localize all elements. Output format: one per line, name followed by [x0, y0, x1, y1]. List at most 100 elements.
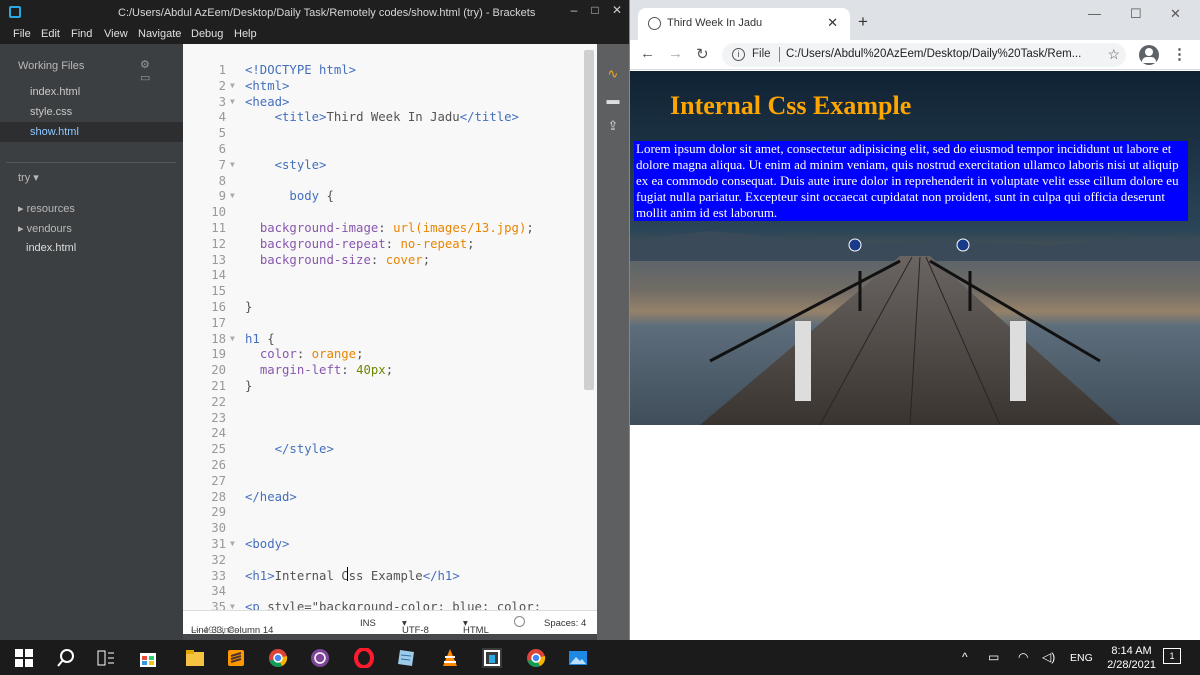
sidebar-divider — [6, 162, 176, 163]
chrome-icon[interactable] — [268, 648, 288, 668]
code-line: 9 ▼ body { — [183, 188, 597, 204]
maximize-icon[interactable]: ☐ — [1130, 6, 1142, 22]
menu-navigate[interactable]: Navigate — [138, 28, 181, 40]
chevron-up-icon[interactable]: ^ — [962, 650, 968, 664]
vlc-icon[interactable] — [440, 648, 460, 668]
profile-avatar-icon[interactable] — [1139, 45, 1159, 65]
line-number: 34 — [211, 584, 226, 599]
tor-browser-icon[interactable] — [310, 648, 330, 668]
close-icon[interactable]: ✕ — [608, 3, 626, 17]
fold-toggle-icon[interactable]: ▼ — [230, 94, 235, 110]
fold-toggle-icon[interactable]: ▼ — [230, 599, 235, 610]
new-tab-button[interactable]: + — [858, 12, 868, 32]
info-icon[interactable]: i — [732, 48, 745, 61]
page-heading: Internal Css Example — [670, 91, 912, 120]
project-name: try — [18, 172, 31, 184]
code-line: 25 </style> — [183, 441, 597, 457]
bookmark-star-icon[interactable]: ☆ — [1107, 46, 1120, 63]
wifi-icon[interactable]: ◠ — [1018, 650, 1028, 664]
line-number: 24 — [211, 426, 226, 441]
store-icon[interactable] — [138, 648, 158, 668]
linter-status-icon[interactable] — [514, 616, 525, 627]
encoding-select[interactable]: UTF-8 ▾ — [402, 618, 429, 636]
address-scheme: File — [752, 48, 771, 60]
browser-tab[interactable]: Third Week In Jadu ✕ — [638, 8, 850, 40]
code-line: 32 — [183, 552, 597, 568]
fold-toggle-icon[interactable]: ▼ — [230, 331, 235, 347]
battery-icon[interactable]: ▭ — [988, 650, 999, 664]
line-number: 5 — [218, 126, 226, 141]
notepad-icon[interactable] — [396, 648, 416, 668]
notification-count: 1 — [1169, 651, 1175, 661]
indent-spaces[interactable]: Spaces: 4 — [544, 618, 586, 629]
editor-scrollbar[interactable] — [584, 50, 594, 390]
code-line: 10 — [183, 204, 597, 220]
encoding-label: UTF-8 — [402, 625, 429, 636]
working-file-style[interactable]: style.css — [30, 103, 72, 121]
working-files-gear-icon[interactable]: ⚙ ▭ — [140, 58, 183, 84]
back-icon[interactable]: ← — [640, 45, 655, 62]
line-code: } — [245, 300, 253, 314]
code-line: 4 <title>Third Week In Jadu</title> — [183, 109, 597, 125]
address-bar[interactable]: i File C:/Users/Abdul%20AzEem/Desktop/Da… — [722, 43, 1126, 67]
forward-icon[interactable]: → — [668, 45, 683, 62]
tree-folder-label: resources — [26, 203, 75, 215]
address-url: C:/Users/Abdul%20AzEem/Desktop/Daily%20T… — [786, 48, 1082, 60]
close-icon[interactable]: ✕ — [1170, 6, 1181, 22]
windows-taskbar: ^ ▭ ◠ ◁) ENG 8:14 AM 2/28/2021 1 — [0, 640, 1200, 675]
menu-help[interactable]: Help — [234, 28, 257, 40]
desktop: C:/Users/Abdul AzEem/Desktop/Daily Task/… — [0, 0, 1200, 675]
chrome-active-icon[interactable] — [526, 648, 546, 668]
code-line: 22 — [183, 394, 597, 410]
volume-icon[interactable]: ◁) — [1042, 650, 1055, 664]
tree-folder-vendours[interactable]: ▸ vendours — [18, 222, 72, 235]
system-clock[interactable]: 8:14 AM 2/28/2021 — [1107, 644, 1156, 672]
minimize-icon[interactable]: – — [565, 3, 583, 17]
line-number: 7 — [218, 157, 226, 172]
windows-start-icon[interactable] — [14, 648, 34, 668]
reload-icon[interactable]: ↻ — [696, 45, 709, 63]
opera-icon[interactable] — [354, 648, 374, 668]
maximize-icon[interactable]: □ — [586, 3, 604, 17]
working-file-index[interactable]: index.html — [30, 83, 80, 101]
fold-toggle-icon[interactable]: ▼ — [230, 536, 235, 552]
tree-file-index[interactable]: index.html — [26, 242, 76, 254]
fold-toggle-icon[interactable]: ▼ — [230, 157, 235, 173]
working-files-label: Working Files — [18, 60, 85, 72]
code-editor[interactable]: 1 <!DOCTYPE html> 2 ▼ <html> 3 ▼ <head> 4 <title… — [183, 44, 597, 610]
menu-file[interactable]: File — [13, 28, 31, 40]
line-number: 18 — [211, 331, 226, 346]
kebab-menu-icon[interactable]: ⋮ — [1172, 45, 1187, 63]
line-code: background-repeat: no-repeat; — [259, 236, 475, 251]
photos-icon[interactable] — [568, 648, 588, 668]
line-number: 29 — [211, 505, 226, 520]
search-icon[interactable] — [56, 648, 76, 668]
working-file-show[interactable]: show.html — [30, 123, 79, 141]
menu-debug[interactable]: Debug — [191, 28, 223, 40]
code-line: 15 — [183, 283, 597, 299]
tree-folder-resources[interactable]: ▸ resources — [18, 202, 75, 215]
line-code: <p style="background-color: blue; color: — [245, 600, 542, 610]
extension-manager-icon[interactable]: ▬ — [604, 92, 622, 108]
tab-close-icon[interactable]: ✕ — [827, 15, 838, 31]
project-dropdown[interactable]: try ▾ — [18, 171, 39, 184]
code-line: 27 — [183, 473, 597, 489]
menu-find[interactable]: Find — [71, 28, 92, 40]
menu-view[interactable]: View — [104, 28, 128, 40]
brackets-taskbar-icon[interactable] — [482, 648, 502, 668]
minimize-icon[interactable]: — — [1088, 6, 1101, 21]
language-select[interactable]: HTML ▾ — [463, 618, 489, 636]
line-number: 33 — [211, 568, 226, 583]
clock-date: 2/28/2021 — [1107, 659, 1156, 671]
fold-toggle-icon[interactable]: ▼ — [230, 188, 235, 204]
menu-edit[interactable]: Edit — [41, 28, 60, 40]
file-explorer-icon[interactable] — [185, 648, 205, 668]
language-indicator[interactable]: ENG — [1070, 652, 1093, 664]
live-preview-icon[interactable]: ∿ — [604, 66, 622, 82]
sublime-text-icon[interactable] — [226, 648, 246, 668]
notification-center-icon[interactable]: 1 — [1163, 648, 1181, 664]
upload-icon[interactable]: ⇪ — [604, 118, 622, 134]
fold-toggle-icon[interactable]: ▼ — [230, 78, 235, 94]
task-view-icon[interactable] — [96, 648, 116, 668]
insert-mode[interactable]: INS — [360, 618, 376, 629]
